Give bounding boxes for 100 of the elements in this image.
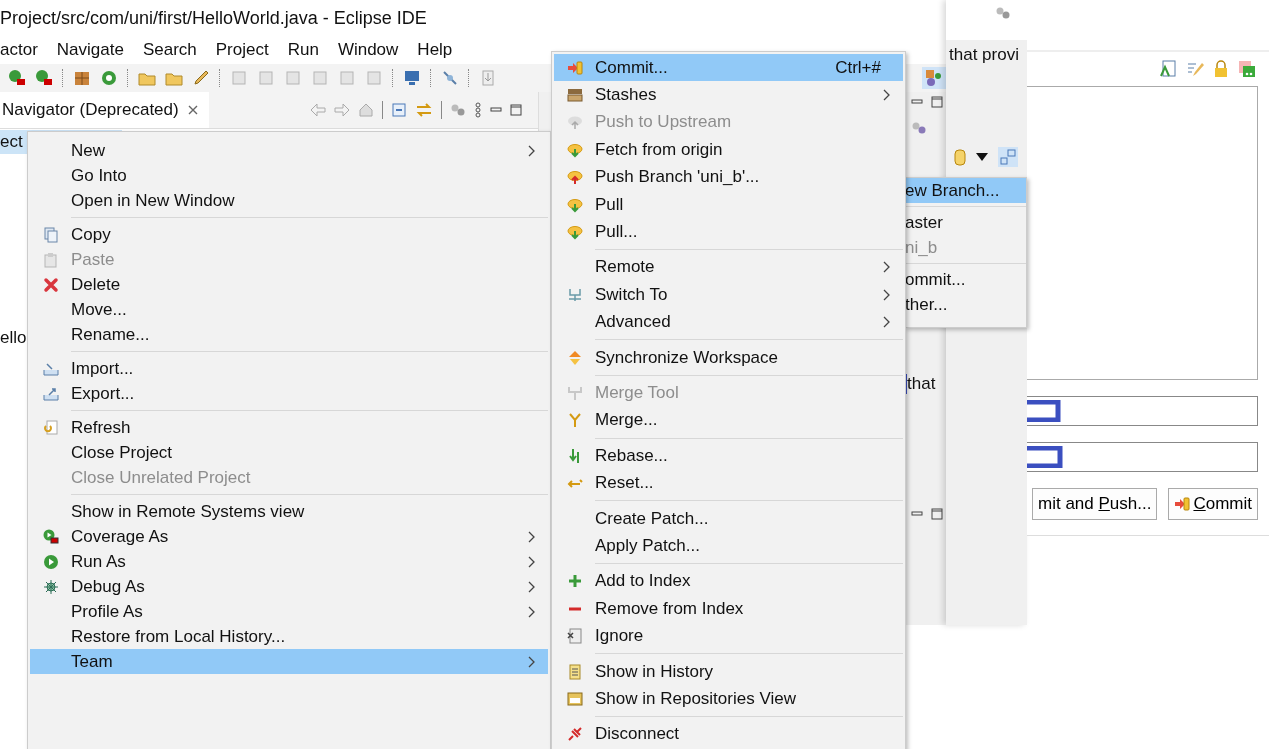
cloud-arrow-icon: [567, 143, 582, 158]
menu-item[interactable]: Open in New Window: [30, 188, 548, 213]
menu-item[interactable]: Refresh: [30, 415, 548, 440]
close-icon[interactable]: [186, 104, 199, 116]
cross-icon: [43, 277, 58, 292]
maximize-icon[interactable]: [510, 104, 522, 116]
clipboard-icon: [44, 252, 56, 267]
perspective-icon[interactable]: [922, 67, 946, 89]
menu-item[interactable]: Coverage As: [30, 524, 548, 549]
description-text: that provi: [948, 44, 1020, 65]
menu-item[interactable]: Merge...: [554, 406, 903, 435]
sign-off-icon[interactable]: [1238, 60, 1256, 78]
menu-item[interactable]: Show in History: [554, 657, 903, 686]
menu-item[interactable]: Restore from Local History...: [30, 624, 548, 649]
menu-bar-item[interactable]: Run: [287, 40, 319, 60]
menu-item[interactable]: Disconnect: [554, 720, 903, 748]
menu-item[interactable]: Synchronize Workspace: [554, 343, 903, 372]
menu-item[interactable]: Apply Patch...: [554, 532, 903, 560]
link-arrows-icon[interactable]: [415, 102, 433, 118]
back-arrow-icon[interactable]: [310, 103, 326, 117]
chevron-icon: [528, 605, 536, 618]
package-icon[interactable]: [73, 69, 91, 87]
menu-item[interactable]: Show in Repositories View: [554, 685, 903, 713]
refresh-icon[interactable]: [100, 69, 118, 87]
input-field[interactable]: [1027, 442, 1258, 472]
pen-icon[interactable]: [1186, 60, 1204, 78]
menu-item[interactable]: Commit... Ctrl+#: [554, 54, 903, 82]
menu-item[interactable]: Close Project: [30, 440, 548, 465]
menu-item[interactable]: Show in Remote Systems view: [30, 499, 548, 524]
link-icon[interactable]: [441, 69, 459, 87]
menu-item[interactable]: Ignore: [554, 622, 903, 650]
menu-item[interactable]: New: [30, 138, 548, 163]
menu-item[interactable]: Add to Index: [554, 567, 903, 596]
merge-icon: [567, 386, 582, 401]
menu-item[interactable]: Import...: [30, 356, 548, 381]
glyph-icon: [1027, 400, 1061, 422]
pen-icon[interactable]: [192, 69, 210, 87]
chevron-icon: [883, 89, 891, 102]
input-field[interactable]: [1027, 396, 1258, 426]
menu-item[interactable]: Copy: [30, 222, 548, 247]
menu-item[interactable]: ew Branch...: [905, 178, 1026, 203]
menu-item[interactable]: Export...: [30, 381, 548, 406]
menu-item[interactable]: Rebase...: [554, 442, 903, 470]
dialog-button[interactable]: Commit: [1168, 488, 1258, 520]
cloud-arrow-icon: [567, 116, 582, 131]
menu-item[interactable]: Profile As: [30, 599, 548, 624]
collapse-icon[interactable]: [391, 102, 407, 118]
play-icon[interactable]: [8, 69, 26, 87]
menu-item[interactable]: aster: [905, 210, 1026, 235]
more-icon[interactable]: [474, 102, 482, 118]
chevron-icon: [528, 555, 536, 568]
menu-bar-item[interactable]: actor: [0, 40, 38, 60]
chevron-icon: [528, 530, 536, 543]
menu-item[interactable]: Rename...: [30, 322, 548, 347]
glyph-icon: [1027, 446, 1063, 468]
menu-item[interactable]: Pull: [554, 190, 903, 219]
menu-item[interactable]: Create Patch...: [554, 504, 903, 533]
menu-item[interactable]: Advanced: [554, 308, 903, 336]
chevron-icon: [883, 316, 891, 329]
menu-item[interactable]: Team: [30, 649, 548, 674]
cylinder-icon[interactable]: [954, 148, 966, 166]
menu-item[interactable]: Move...: [30, 297, 548, 322]
menu-item[interactable]: Stashes: [554, 81, 903, 109]
chevron-icon: [883, 261, 891, 274]
dropdown-caret-icon[interactable]: [976, 153, 988, 161]
lock-icon[interactable]: [1213, 60, 1229, 78]
menu-bar-item[interactable]: Search: [142, 40, 197, 60]
menu-bar-item[interactable]: Navigate: [56, 40, 124, 60]
menu-bar-item[interactable]: Help: [417, 40, 453, 60]
menu-item[interactable]: Run As: [30, 549, 548, 574]
menu-item[interactable]: Switch To: [554, 281, 903, 309]
window-title: Project/src/com/uni/first/HelloWorld.java - Eclipse IDE: [0, 7, 428, 30]
view-tab[interactable]: Navigator (Deprecated): [0, 92, 209, 128]
dialog-button[interactable]: mit and Push...: [1032, 488, 1158, 520]
menu-item[interactable]: Push Branch 'uni_b'...: [554, 163, 903, 191]
menu-item[interactable]: ther...: [905, 292, 1026, 317]
forward-arrow-icon[interactable]: [334, 103, 350, 117]
spellcheck-icon[interactable]: [1159, 60, 1177, 78]
menu-item[interactable]: Go Into: [30, 163, 548, 188]
commit-icon: [1174, 496, 1191, 512]
layout-icon[interactable]: [998, 147, 1018, 167]
menu-item[interactable]: Remove from Index: [554, 595, 903, 623]
play-icon[interactable]: [35, 69, 53, 87]
copy-icon: [44, 227, 57, 242]
monitor-icon[interactable]: [403, 69, 421, 87]
home-icon[interactable]: [358, 102, 374, 118]
menu-item[interactable]: Delete: [30, 272, 548, 297]
menu-bar-item[interactable]: Window: [337, 40, 399, 60]
menu-item[interactable]: ommit...: [905, 267, 1026, 292]
menu-item[interactable]: Debug As: [30, 574, 548, 599]
menu-item[interactable]: Reset...: [554, 469, 903, 497]
menu-item[interactable]: Pull...: [554, 218, 903, 246]
maximize-icon[interactable]: [931, 96, 943, 108]
menu-item[interactable]: Remote: [554, 253, 903, 282]
menu-item[interactable]: Fetch from origin: [554, 136, 903, 164]
disconnect-icon: [567, 727, 582, 742]
maximize-icon[interactable]: [931, 508, 943, 520]
chevron-icon: [528, 144, 536, 157]
play-icon: [43, 554, 58, 569]
menu-bar-item[interactable]: Project: [215, 40, 269, 60]
